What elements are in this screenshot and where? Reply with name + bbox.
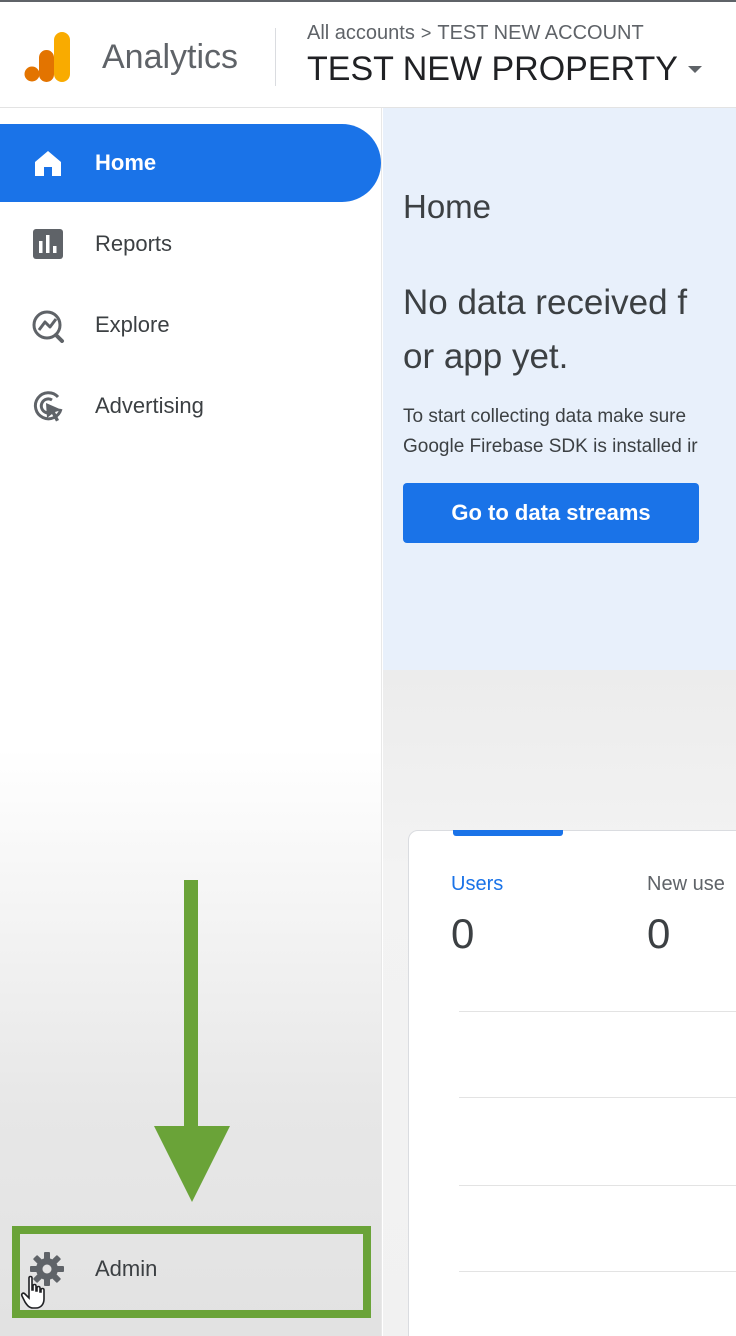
header-divider: [275, 28, 276, 86]
empty-state-description: To start collecting data make sure Googl…: [403, 402, 736, 462]
empty-state-banner: Home No data received f or app yet. To s…: [383, 108, 736, 670]
chart-gridline: [459, 1271, 736, 1272]
nav-item-label: Home: [95, 150, 157, 175]
metrics-card: Users 0 New use 0: [408, 830, 736, 1336]
advertising-icon: [33, 391, 63, 422]
breadcrumb[interactable]: All accounts > TEST NEW ACCOUNT: [307, 22, 644, 45]
breadcrumb-separator: >: [420, 23, 432, 43]
active-tab-indicator: [453, 830, 563, 836]
main-content: Home No data received f or app yet. To s…: [383, 108, 736, 1336]
annotation-arrow-icon: [154, 880, 230, 1202]
metric-tab-new-users[interactable]: New use 0: [647, 873, 725, 958]
chart-gridline: [459, 1097, 736, 1098]
analytics-logo-icon[interactable]: [24, 32, 72, 82]
headline-line: or app yet.: [403, 337, 569, 376]
nav-item-label: Admin: [95, 1256, 158, 1281]
nav-item-label: Advertising: [95, 393, 204, 418]
chart-gridline: [459, 1185, 736, 1186]
nav-item-advertising[interactable]: Advertising: [0, 367, 380, 445]
bar-chart-icon: [33, 229, 63, 259]
top-app-bar: Analytics All accounts > TEST NEW ACCOUN…: [0, 0, 736, 108]
nav-item-reports[interactable]: Reports: [0, 205, 380, 283]
explore-icon: [32, 310, 64, 343]
nav-item-explore[interactable]: Explore: [0, 286, 380, 364]
breadcrumb-account[interactable]: TEST NEW ACCOUNT: [437, 22, 643, 45]
description-line: Google Firebase SDK is installed ir: [403, 436, 698, 457]
breadcrumb-root[interactable]: All accounts: [307, 22, 415, 45]
metric-tab-users[interactable]: Users 0: [451, 873, 503, 958]
property-name: TEST NEW PROPERTY: [307, 50, 678, 88]
headline-line: No data received f: [403, 283, 688, 322]
page-title: Home: [403, 188, 492, 225]
metric-value: 0: [647, 910, 671, 957]
nav-item-label: Explore: [95, 312, 170, 337]
nav-item-admin[interactable]: Admin: [22, 1238, 362, 1302]
metric-value: 0: [451, 910, 475, 957]
home-icon: [35, 151, 61, 176]
metric-label: Users: [451, 873, 504, 895]
nav-item-home[interactable]: Home: [0, 124, 381, 202]
left-navigation: Home Reports Explore Advertising Admin: [0, 108, 382, 1336]
metric-label: New use: [647, 873, 725, 895]
property-selector[interactable]: TEST NEW PROPERTY: [307, 50, 702, 89]
nav-item-label: Reports: [95, 231, 173, 256]
empty-state-headline: No data received f or app yet.: [403, 276, 736, 384]
gear-icon: [30, 1252, 64, 1286]
app-name: Analytics: [102, 38, 239, 76]
dropdown-caret-icon: [687, 66, 702, 73]
chart-gridline: [459, 1011, 736, 1012]
description-line: To start collecting data make sure: [403, 406, 687, 427]
go-to-data-streams-button[interactable]: Go to data streams: [403, 483, 699, 543]
